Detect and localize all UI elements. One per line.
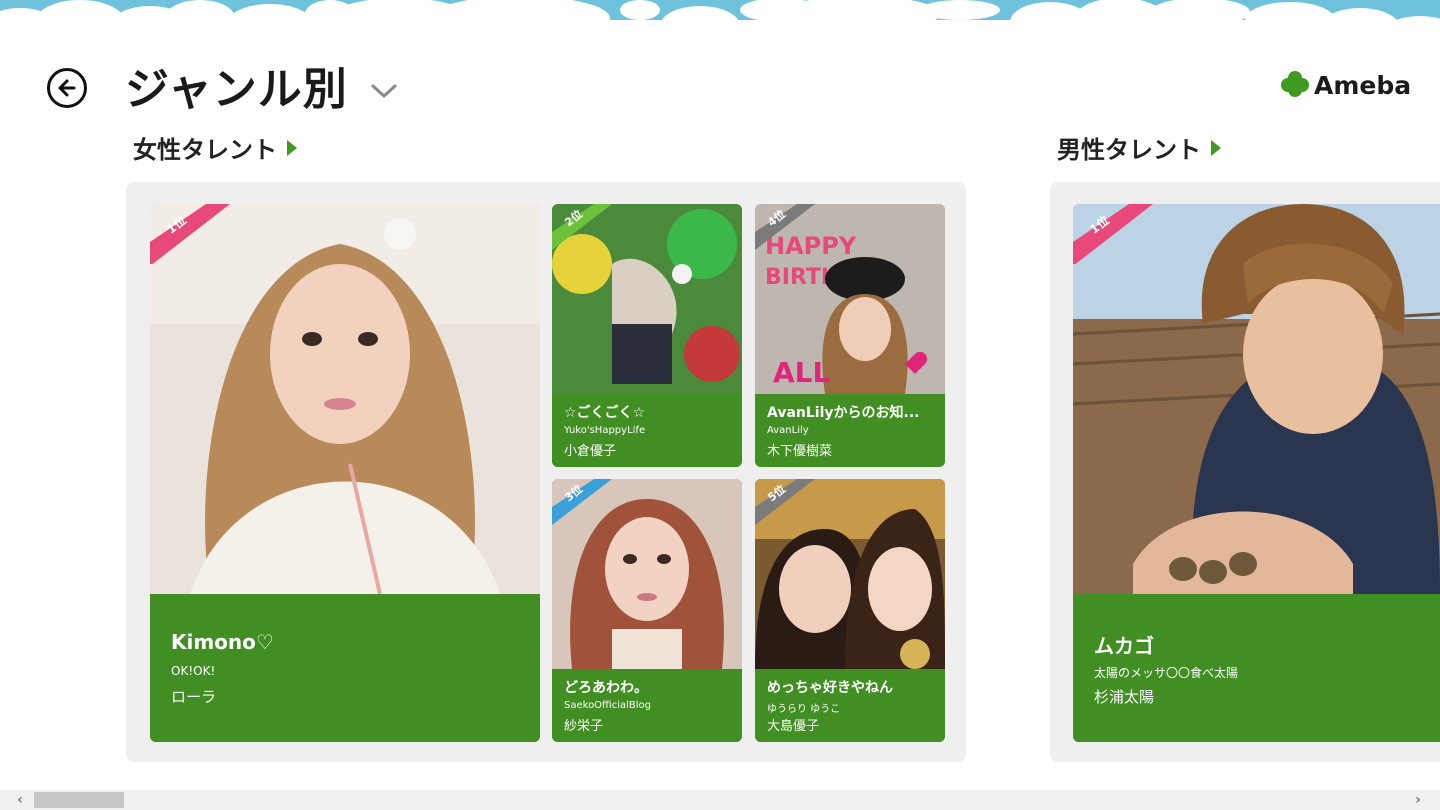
blog-name: 太陽のメッサ〇〇食べ太陽 — [1094, 666, 1239, 680]
blog-name: AvanLily — [767, 425, 809, 436]
post-title: ムカゴ — [1094, 634, 1154, 658]
scroll-thumb[interactable] — [34, 792, 124, 808]
rank-ribbon — [1073, 204, 1153, 264]
ranking-card-female-3[interactable]: 3位 どろあわわ。 SaekoOfficialBlog 紗栄子 — [552, 479, 742, 742]
play-arrow-icon — [287, 139, 297, 156]
scroll-left-icon[interactable]: ‹ — [8, 790, 32, 810]
ranking-card-female-5[interactable]: 5位 めっちゃ好きやねん ゆうらり ゆうこ 大島優子 — [755, 479, 945, 742]
ameba-logo: Ameba — [1280, 70, 1411, 100]
blog-name: Yuko'sHappyLife — [564, 425, 646, 436]
rank-ribbon — [755, 204, 815, 250]
horizontal-scrollbar[interactable]: ‹ › — [0, 790, 1440, 810]
section-heading-label: 女性タレント — [133, 136, 277, 164]
talent-name: 紗栄子 — [564, 719, 604, 734]
svg-text:ALL: ALL — [773, 356, 831, 389]
post-title: めっちゃ好きやねん — [767, 680, 893, 696]
post-title: どろあわわ。 — [564, 680, 648, 696]
post-title: Kimono♡ — [171, 630, 274, 654]
play-arrow-icon — [1211, 139, 1221, 156]
ranking-card-female-4[interactable]: HAPPY BIRTHDAY ALL 4位 AvanLilyからのお知... A… — [755, 204, 945, 467]
post-title: AvanLilyからのお知... — [767, 405, 920, 421]
logo-text: Ameba — [1314, 70, 1412, 100]
male-ranking-panel: 1位 ムカゴ 太陽のメッサ〇〇食べ太陽 杉浦太陽 — [1050, 182, 1440, 762]
talent-name: 大島優子 — [767, 719, 820, 734]
card-info: Kimono♡ OK!OK! ローラ — [150, 594, 540, 742]
page-title: ジャンル別 — [125, 64, 348, 115]
card-info: ☆ごくごく☆ Yuko'sHappyLife 小倉優子 — [552, 394, 742, 467]
scroll-right-icon[interactable]: › — [1406, 790, 1430, 810]
talent-name: 木下優樹菜 — [767, 444, 833, 459]
back-button[interactable] — [47, 68, 87, 108]
section-heading-female[interactable]: 女性タレント — [133, 130, 297, 165]
ranking-card-male-1[interactable]: 1位 ムカゴ 太陽のメッサ〇〇食べ太陽 杉浦太陽 — [1073, 204, 1440, 742]
rank-ribbon — [755, 479, 815, 525]
blog-name: OK!OK! — [171, 664, 216, 678]
ranking-card-female-1[interactable]: 1位 Kimono♡ OK!OK! ローラ — [150, 204, 540, 742]
back-arrow-icon — [58, 79, 76, 97]
card-info: AvanLilyからのお知... AvanLily 木下優樹菜 — [755, 394, 945, 467]
ranking-card-female-2[interactable]: 2位 ☆ごくごく☆ Yuko'sHappyLife 小倉優子 — [552, 204, 742, 467]
cloud-header-decoration — [0, 0, 1440, 60]
post-title: ☆ごくごく☆ — [564, 405, 646, 421]
card-info: どろあわわ。 SaekoOfficialBlog 紗栄子 — [552, 669, 742, 742]
rank-ribbon — [552, 204, 612, 250]
female-ranking-panel: 1位 Kimono♡ OK!OK! ローラ 2位 ☆ごくごく☆ Yuko'sHa… — [126, 182, 966, 762]
talent-name: ローラ — [171, 688, 217, 706]
rank-ribbon — [150, 204, 230, 264]
talent-name: 杉浦太陽 — [1094, 688, 1155, 706]
chevron-down-icon[interactable] — [370, 82, 398, 100]
talent-name: 小倉優子 — [564, 444, 617, 459]
section-heading-label: 男性タレント — [1057, 136, 1201, 164]
card-info: めっちゃ好きやねん ゆうらり ゆうこ 大島優子 — [755, 669, 945, 742]
blog-name: SaekoOfficialBlog — [564, 700, 652, 711]
card-info: ムカゴ 太陽のメッサ〇〇食べ太陽 杉浦太陽 — [1073, 594, 1440, 742]
section-heading-male[interactable]: 男性タレント — [1057, 130, 1221, 165]
rank-ribbon — [552, 479, 612, 525]
blog-name: ゆうらり ゆうこ — [767, 704, 841, 715]
ameba-clover-icon — [1281, 71, 1309, 97]
